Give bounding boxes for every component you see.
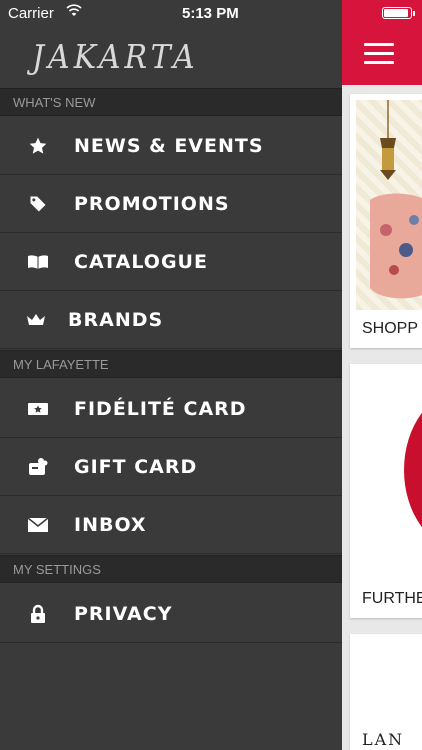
tag-icon bbox=[26, 192, 50, 216]
section-header-my-lafayette: MY LAFAYETTE bbox=[0, 350, 342, 378]
content-card[interactable]: SHOPP bbox=[350, 94, 422, 348]
status-bar: Carrier 5:13 PM bbox=[0, 0, 422, 28]
gift-card-icon bbox=[26, 455, 50, 479]
card-star-icon bbox=[26, 397, 50, 421]
menu-item-gift-card[interactable]: GIFT CARD bbox=[0, 439, 342, 496]
menu-item-label: NEWS & EVENTS bbox=[74, 135, 264, 157]
menu-item-privacy[interactable]: PRIVACY bbox=[0, 586, 342, 643]
status-time: 5:13 PM bbox=[182, 5, 239, 22]
card-caption: FURTHE bbox=[362, 590, 422, 607]
menu-item-fidelite-card[interactable]: FIDÉLITÉ CARD bbox=[0, 381, 342, 438]
menu-item-news-events[interactable]: NEWS & EVENTS bbox=[0, 118, 342, 175]
lock-icon bbox=[26, 602, 50, 626]
wifi-icon bbox=[66, 4, 82, 16]
menu-item-label: INBOX bbox=[74, 514, 147, 536]
hamburger-menu-icon[interactable] bbox=[364, 43, 394, 65]
main-content-peek[interactable]: SHOPP FURTHE LAN bbox=[342, 0, 422, 750]
store-logo: JAKARTA bbox=[32, 38, 199, 77]
promo-image bbox=[356, 370, 422, 580]
section-header-my-settings: MY SETTINGS bbox=[0, 555, 342, 583]
menu-item-label: GIFT CARD bbox=[74, 456, 198, 478]
menu-item-label: FIDÉLITÉ CARD bbox=[74, 398, 247, 420]
carrier-label: Carrier bbox=[8, 5, 54, 22]
menu-item-promotions[interactable]: PROMOTIONS bbox=[0, 176, 342, 233]
card-caption: LAN bbox=[362, 730, 405, 749]
envelope-icon bbox=[26, 513, 50, 537]
section-header-whats-new: WHAT'S NEW bbox=[0, 88, 342, 116]
menu-item-label: PROMOTIONS bbox=[74, 193, 230, 215]
menu-item-label: PRIVACY bbox=[74, 603, 173, 625]
menu-item-brands[interactable]: BRANDS bbox=[0, 292, 342, 349]
menu-item-inbox[interactable]: INBOX bbox=[0, 497, 342, 554]
battery-icon bbox=[382, 7, 415, 19]
star-icon bbox=[26, 134, 50, 158]
crown-icon bbox=[24, 308, 48, 332]
card-caption: SHOPP bbox=[362, 320, 419, 337]
book-icon bbox=[26, 250, 50, 274]
menu-item-label: BRANDS bbox=[68, 309, 164, 331]
lantern-icon bbox=[370, 100, 422, 299]
content-card[interactable]: FURTHE bbox=[350, 364, 422, 618]
menu-item-catalogue[interactable]: CATALOGUE bbox=[0, 234, 342, 291]
content-card[interactable]: LAN bbox=[350, 634, 422, 750]
promo-image bbox=[356, 100, 422, 310]
menu-item-label: CATALOGUE bbox=[74, 251, 208, 273]
navigation-drawer: JAKARTA WHAT'S NEW NEWS & EVENTS PROMOTI… bbox=[0, 0, 342, 750]
